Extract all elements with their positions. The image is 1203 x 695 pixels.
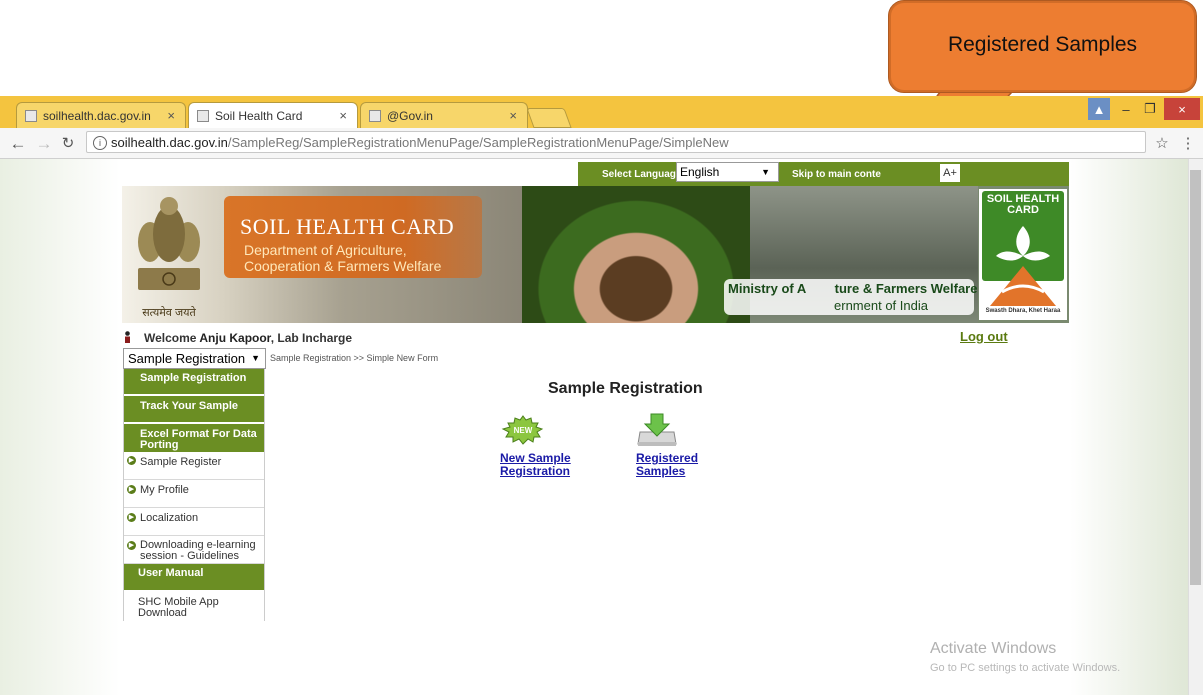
url-host: soilhealth.dac.gov.in [111,135,228,150]
welcome-text: Welcome Anju Kapoor, Lab Incharge [144,331,352,345]
welcome-prefix: Welcome [144,331,197,345]
registered-samples-icon[interactable] [636,412,678,448]
logout-link[interactable]: Log out [960,329,1008,344]
forward-icon[interactable]: → [34,134,54,154]
back-icon[interactable]: ← [8,134,28,154]
activate-windows-subtitle: Go to PC settings to activate Windows. [930,662,1121,674]
new-badge-icon[interactable]: NEW [500,415,546,445]
user-icon [125,331,130,343]
star-icon[interactable]: ☆ [1152,134,1172,152]
skip-to-main-link[interactable]: Skip to main conte [792,169,881,180]
sidebar-item-sample-register[interactable]: ▶ Sample Register [124,454,264,480]
page-title: Sample Registration [548,380,703,397]
new-badge-text: NEW [514,426,533,435]
tab-gov-in[interactable]: @Gov.in × [360,102,528,128]
sidebar-item-user-manual[interactable]: User Manual [124,564,264,592]
shc-logo-title: SOIL HEALTH CARD [986,193,1060,216]
tab-label: Soil Health Card [215,109,303,123]
site-title: SOIL HEALTH CARD [240,214,455,239]
tab-label: soilhealth.dac.gov.in [43,108,151,123]
link-line: Registration [500,464,571,478]
minimize-button[interactable]: – [1114,98,1138,120]
arrow-bullet-icon: ▶ [127,456,136,465]
user-role: , Lab Incharge [270,331,353,345]
sidebar-item-label: Excel Format For Data Porting [140,428,257,451]
sidebar-item-label: SHC Mobile App Download [138,596,219,619]
reload-icon[interactable]: ↻ [58,134,78,152]
department-line1: Department of Agriculture, [244,242,407,258]
shc-logo-emblem-icon [990,226,1056,306]
scrollbar-thumb[interactable] [1190,170,1201,585]
tab-close-icon[interactable]: × [339,108,347,123]
registered-samples-link[interactable]: Registered Samples [636,452,698,478]
maximize-button[interactable]: ❐ [1138,98,1162,120]
new-sample-registration-link[interactable]: New Sample Registration [500,452,571,478]
select-language-label: Select Language [602,169,682,180]
national-emblem-icon [138,197,200,290]
ministry-line1: Ministry of A ture & Farmers Welfare [728,281,978,296]
emblem-motto: सत्यमेव जयते [142,307,196,319]
callout-text: Registered Samples [947,33,1138,56]
tab-close-icon[interactable]: × [167,108,175,123]
sidebar-item-my-profile[interactable]: ▶ My Profile [124,480,264,508]
sidebar-item-label: Sample Registration [140,372,247,384]
department-line2: Cooperation & Farmers Welfare [244,258,442,274]
banner-soil-hands-image [522,186,750,323]
tab-close-icon[interactable]: × [509,108,517,123]
sidebar-item-sample-registration[interactable]: Sample Registration [124,369,264,396]
sidebar-item-elearning-guidelines[interactable]: ▶ Downloading e-learning session - Guide… [124,536,264,564]
menu-icon[interactable]: ⋮ [1178,134,1198,152]
user-name: Anju Kapoor [199,331,271,345]
profile-icon[interactable]: ▲ [1088,98,1110,120]
new-tab-button[interactable] [526,108,572,128]
dropdown-arrow-icon: ▼ [761,167,770,177]
page-icon [25,109,37,122]
language-select[interactable]: English ▼ [676,162,779,182]
menu-select-value: Sample Registration [128,351,246,366]
page-icon [197,110,209,122]
url-field[interactable]: i soilhealth.dac.gov.in/SampleReg/Sample… [86,131,1146,153]
font-increase-button[interactable]: A+ [940,164,960,182]
sidebar-item-label: Downloading e-learning session - Guideli… [140,539,256,562]
sidebar-item-mobile-app[interactable]: SHC Mobile App Download [124,594,264,621]
ministry-line2: ernment of India [834,298,928,313]
sidebar-item-track-your-sample[interactable]: Track Your Sample [124,396,264,424]
close-window-button[interactable]: × [1164,98,1200,120]
link-line: Samples [636,464,686,478]
arrow-bullet-icon: ▶ [127,485,136,494]
sidebar-item-localization[interactable]: ▶ Localization [124,508,264,536]
tab-soilhealth[interactable]: soilhealth.dac.gov.in × [16,102,186,128]
page-icon [369,109,381,122]
dropdown-arrow-icon: ▼ [251,353,260,363]
sidebar-item-label: Track Your Sample [140,400,239,412]
tab-label: @Gov.in [387,108,433,123]
info-icon[interactable]: i [93,136,107,150]
sidebar-item-label: Localization [140,512,199,524]
tab-soil-health-card[interactable]: Soil Health Card × [188,102,358,129]
language-value: English [680,165,720,179]
breadcrumb: Sample Registration >> Simple New Form [270,353,439,363]
activate-windows-title: Activate Windows [930,640,1057,657]
sidebar-item-excel-format[interactable]: Excel Format For Data Porting [124,424,264,454]
sidebar-item-label: User Manual [138,567,204,579]
sidebar-item-label: My Profile [140,484,189,496]
arrow-bullet-icon: ▶ [127,513,136,522]
shc-logo-tagline: Swasth Dhara, Khet Haraa [985,308,1061,314]
url-path: /SampleReg/SampleRegistrationMenuPage/Sa… [227,135,729,150]
sidebar-item-label: Sample Register [140,456,222,468]
menu-select[interactable]: Sample Registration ▼ [123,348,266,369]
arrow-bullet-icon: ▶ [127,541,136,550]
